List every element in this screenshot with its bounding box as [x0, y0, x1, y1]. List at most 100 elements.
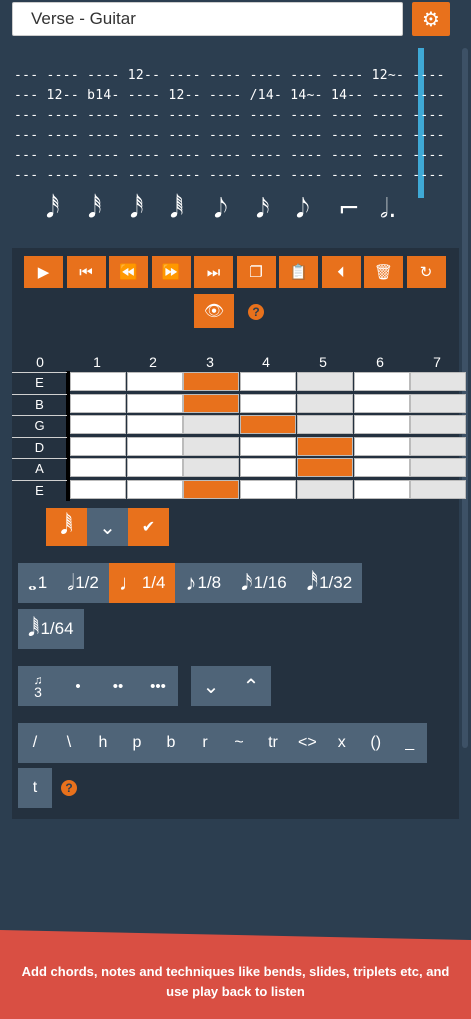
fret-cell[interactable]	[410, 393, 467, 413]
fret-cell[interactable]	[183, 479, 240, 499]
duration-quarter-button[interactable]: ♩ 1/4	[108, 563, 176, 603]
step-back-button[interactable]: ⏴	[321, 256, 361, 288]
fret-cell[interactable]	[296, 479, 353, 499]
fret-cell[interactable]	[240, 479, 297, 499]
fret-cell[interactable]	[240, 458, 297, 477]
delete-button[interactable]: 🗑	[364, 256, 403, 288]
technique-button[interactable]: r	[188, 723, 222, 763]
technique-button[interactable]: x	[325, 723, 359, 763]
reset-button[interactable]: ↻	[406, 256, 446, 288]
skip-start-button[interactable]: ⏮	[66, 256, 106, 288]
skip-end-button[interactable]: ⏭	[194, 256, 233, 288]
fret-cell[interactable]	[296, 372, 353, 391]
confirm-button[interactable]: ✔	[128, 508, 169, 546]
fret-cell[interactable]	[183, 372, 240, 391]
duration-1-64-button[interactable]: 𝅘𝅥𝅱 1/64	[18, 609, 84, 649]
technique-button[interactable]: b	[154, 723, 188, 763]
technique-tap-button[interactable]: t	[18, 768, 52, 808]
help-icon[interactable]: ?	[61, 780, 77, 796]
forward-button[interactable]: ⏩	[151, 256, 191, 288]
duration-half-button[interactable]: 𝅗𝅥 1/2	[57, 563, 109, 603]
technique-button[interactable]: h	[86, 723, 120, 763]
fret-cell[interactable]	[240, 415, 297, 434]
play-button[interactable]: ▶	[24, 256, 63, 288]
fret-cell[interactable]	[353, 393, 410, 413]
fret-cell[interactable]	[410, 479, 467, 499]
fret-cell[interactable]	[410, 372, 467, 391]
fret-cell[interactable]	[126, 436, 183, 456]
copy-button[interactable]: ❐	[236, 256, 276, 288]
note-duration-icon[interactable]: 𝅘𝅥𝅱	[170, 194, 184, 225]
fret-cell[interactable]	[70, 436, 126, 456]
fret-cell[interactable]	[126, 458, 183, 477]
chevron-down-icon: ⌄	[202, 675, 220, 698]
technique-button[interactable]: tr	[256, 723, 290, 763]
fret-cell[interactable]	[296, 436, 353, 456]
fret-cell[interactable]	[410, 458, 467, 477]
fret-cell[interactable]	[126, 393, 183, 413]
rewind-button[interactable]: ⏪	[109, 256, 148, 288]
duration-thirtysecond-button[interactable]: 𝅘𝅥𝅰 1/32	[297, 563, 363, 603]
fret-cell[interactable]	[126, 372, 183, 391]
note-duration-icon[interactable]: 𝅘𝅥𝅰	[130, 194, 143, 225]
duration-bar: 𝅝 1 𝅗𝅥 1/2 ♩ 1/4 ♪ 1/8 𝅘𝅥𝅯 1/16 𝅘𝅥𝅰 1/32	[18, 563, 363, 603]
fret-cell[interactable]	[240, 372, 297, 391]
technique-button[interactable]: _	[393, 723, 427, 763]
fret-cell[interactable]	[70, 372, 126, 391]
note-duration-icon[interactable]: ⌐	[338, 194, 360, 224]
note-dropdown-button[interactable]: ⌄	[87, 508, 128, 546]
fret-cell[interactable]	[296, 458, 353, 477]
fret-cell[interactable]	[183, 393, 240, 413]
technique-button[interactable]: ()	[359, 723, 393, 763]
duration-whole-button[interactable]: 𝅝 1	[18, 563, 57, 603]
fret-cell[interactable]	[70, 393, 126, 413]
note-duration-icon[interactable]: 𝅘𝅥𝅯	[256, 194, 270, 225]
technique-button[interactable]: /	[18, 723, 52, 763]
note-duration-icon[interactable]: 𝅘𝅥𝅮	[214, 194, 228, 225]
note-duration-icon[interactable]: 𝅘𝅥𝅰	[46, 194, 59, 225]
technique-button[interactable]: \	[52, 723, 86, 763]
tab-display[interactable]: 𝅘𝅥𝅰 𝅘𝅥𝅰 𝅘𝅥𝅰 𝅘𝅥𝅱 𝅘𝅥𝅮 𝅘𝅥𝅯 𝅘𝅥𝅮 ⌐ 𝅗𝅥. --- ---- ---- …	[10, 48, 465, 238]
fret-cell[interactable]	[353, 436, 410, 456]
fret-cell[interactable]	[70, 479, 126, 499]
technique-button[interactable]: p	[120, 723, 154, 763]
track-title-input[interactable]: Verse - Guitar	[12, 2, 403, 36]
note-duration-icon[interactable]: 𝅘𝅥𝅮	[296, 194, 310, 225]
fret-cell[interactable]	[410, 436, 467, 456]
note-duration-icon[interactable]: 𝅘𝅥𝅰	[88, 194, 101, 225]
fret-cell[interactable]	[353, 415, 410, 434]
technique-button[interactable]: <>	[290, 723, 325, 763]
technique-button[interactable]: ~	[222, 723, 256, 763]
octave-down-button[interactable]: ⌄	[191, 666, 231, 706]
fret-cell[interactable]	[183, 436, 240, 456]
dot-button[interactable]: •	[58, 666, 98, 706]
settings-button[interactable]: ⚙	[412, 2, 450, 36]
triplet-button[interactable]: ♫ 3	[18, 666, 58, 706]
string-label: A	[12, 458, 67, 478]
fret-cell[interactable]	[240, 393, 297, 413]
fret-cell[interactable]	[240, 436, 297, 456]
fret-cell[interactable]	[70, 415, 126, 434]
paste-button[interactable]: 📋	[279, 256, 318, 288]
duration-sixteenth-button[interactable]: 𝅘𝅥𝅯 1/16	[231, 563, 297, 603]
chevron-down-icon: ⌄	[99, 516, 116, 539]
fret-cell[interactable]	[410, 415, 467, 434]
fret-cell[interactable]	[353, 458, 410, 477]
fret-cell[interactable]	[70, 458, 126, 477]
toggle-view-button[interactable]: 👁	[194, 294, 234, 328]
fret-cell[interactable]	[353, 372, 410, 391]
fret-cell[interactable]	[296, 393, 353, 413]
octave-up-button[interactable]: ⌃	[231, 666, 271, 706]
duration-eighth-button[interactable]: ♪ 1/8	[175, 563, 231, 603]
note-type-button[interactable]: 𝅘𝅥𝅱	[46, 508, 87, 546]
fret-cell[interactable]	[353, 479, 410, 499]
note-duration-icon[interactable]: 𝅗𝅥.	[380, 194, 397, 225]
double-dot-button[interactable]: ••	[98, 666, 138, 706]
help-icon[interactable]: ?	[248, 304, 264, 320]
fret-cell[interactable]	[296, 415, 353, 434]
fret-cell[interactable]	[183, 458, 240, 477]
fret-cell[interactable]	[183, 415, 240, 434]
fret-cell[interactable]	[126, 479, 183, 499]
fret-cell[interactable]	[126, 415, 183, 434]
triple-dot-button[interactable]: •••	[138, 666, 178, 706]
